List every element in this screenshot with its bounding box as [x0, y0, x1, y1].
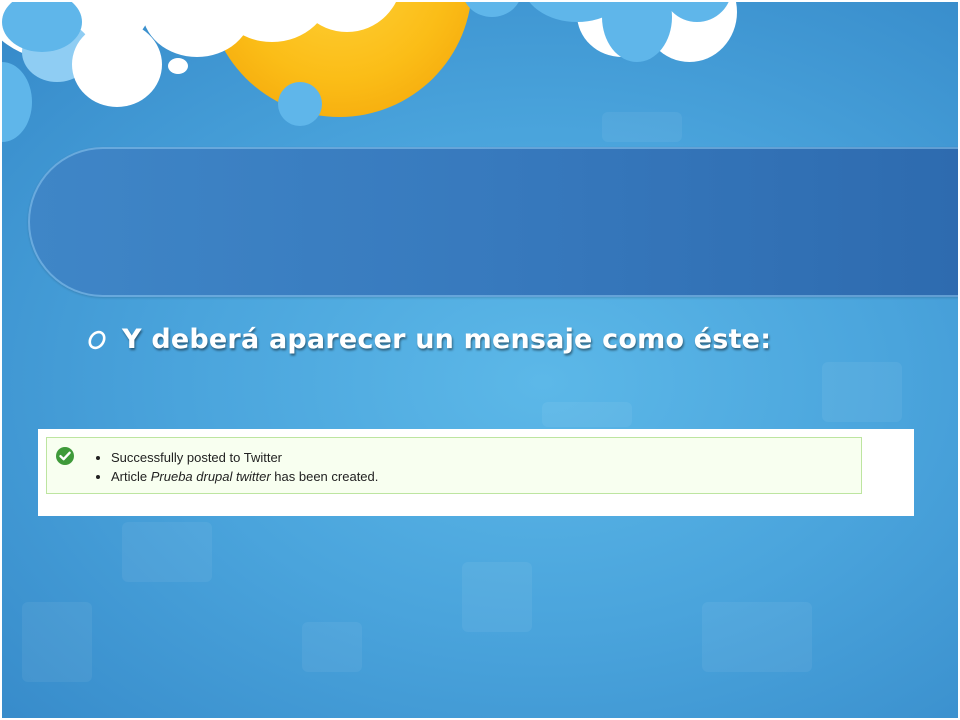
bullet-line: Y deberá aparecer un mensaje como éste: — [86, 324, 771, 355]
ring-bullet-icon — [88, 330, 106, 349]
background-tiles — [2, 2, 958, 718]
bullet-text: Y deberá aparecer un mensaje como éste: — [122, 324, 772, 355]
check-circle-icon — [56, 447, 74, 465]
status-message: Successfully posted to Twitter Article P… — [46, 437, 862, 494]
message-item: Successfully posted to Twitter — [111, 448, 378, 467]
message-list: Successfully posted to Twitter Article P… — [95, 448, 378, 486]
title-band — [28, 147, 958, 297]
article-title: Prueba drupal twitter — [150, 469, 271, 484]
message-screenshot: Successfully posted to Twitter Article P… — [38, 429, 914, 516]
slide: Y deberá aparecer un mensaje como éste: … — [0, 0, 960, 720]
message-item: Article Prueba drupal twitter has been c… — [111, 467, 378, 486]
